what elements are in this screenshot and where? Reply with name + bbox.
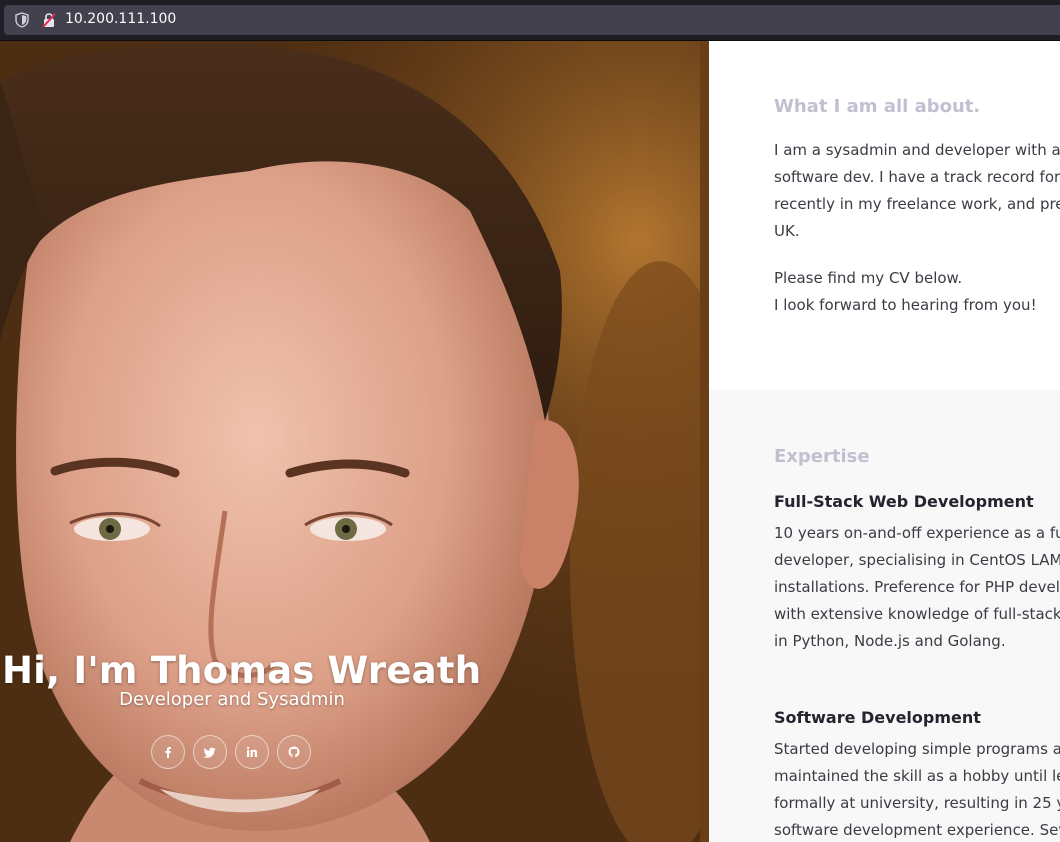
hero-subtitle: Developer and Sysadmin xyxy=(119,689,345,710)
browser-toolbar: 10.200.111.100 xyxy=(0,0,1060,41)
facebook-link[interactable] xyxy=(151,735,185,769)
about-line: UK. xyxy=(774,222,800,240)
hero-title: Hi, I'm Thomas Wreath xyxy=(2,649,482,692)
expertise-line: 10 years on-and-off experience as a fu xyxy=(774,524,1060,542)
url-text[interactable]: 10.200.111.100 xyxy=(65,11,176,27)
shield-icon[interactable] xyxy=(15,12,29,28)
expertise-line: in Python, Node.js and Golang. xyxy=(774,632,1006,650)
about-paragraph: I am a sysadmin and developer with a sof… xyxy=(774,137,1060,245)
expertise-line: installations. Preference for PHP devel xyxy=(774,578,1060,596)
about-line: recently in my freelance work, and pre xyxy=(774,195,1060,213)
expertise-line: formally at university, resulting in 25 … xyxy=(774,794,1060,812)
twitter-icon xyxy=(204,747,216,758)
about-line: software dev. I have a track record for xyxy=(774,168,1060,186)
expertise-line: maintained the skill as a hobby until le xyxy=(774,767,1060,785)
hero-section: Hi, I'm Thomas Wreath Developer and Sysa… xyxy=(0,41,709,842)
expertise-line: Started developing simple programs a xyxy=(774,740,1060,758)
twitter-link[interactable] xyxy=(193,735,227,769)
expertise-item-title: Full-Stack Web Development xyxy=(774,492,1034,511)
expertise-item-text: 10 years on-and-off experience as a fu d… xyxy=(774,520,1060,655)
github-link[interactable] xyxy=(277,735,311,769)
about-line: I am a sysadmin and developer with a xyxy=(774,141,1060,159)
github-icon xyxy=(288,746,300,758)
expertise-line: software development experience. Sev xyxy=(774,821,1060,839)
linkedin-link[interactable] xyxy=(235,735,269,769)
insecure-lock-icon[interactable] xyxy=(41,12,57,28)
about-closing: Please find my CV below. I look forward … xyxy=(774,265,1060,319)
about-closing-line: I look forward to hearing from you! xyxy=(774,296,1037,314)
expertise-line: developer, specialising in CentOS LAM xyxy=(774,551,1060,569)
address-bar[interactable]: 10.200.111.100 xyxy=(4,5,1060,35)
expertise-heading: Expertise xyxy=(774,446,870,467)
about-section: What I am all about. I am a sysadmin and… xyxy=(709,41,1060,390)
expertise-item-text: Started developing simple programs a mai… xyxy=(774,736,1060,842)
about-heading: What I am all about. xyxy=(774,96,981,117)
expertise-line: with extensive knowledge of full-stack xyxy=(774,605,1060,623)
linkedin-icon xyxy=(246,746,257,757)
portrait-photo xyxy=(0,41,709,842)
facebook-icon xyxy=(165,747,171,758)
about-closing-line: Please find my CV below. xyxy=(774,269,963,287)
expertise-section: Expertise Full-Stack Web Development 10 … xyxy=(709,390,1060,842)
expertise-item-title: Software Development xyxy=(774,708,981,727)
